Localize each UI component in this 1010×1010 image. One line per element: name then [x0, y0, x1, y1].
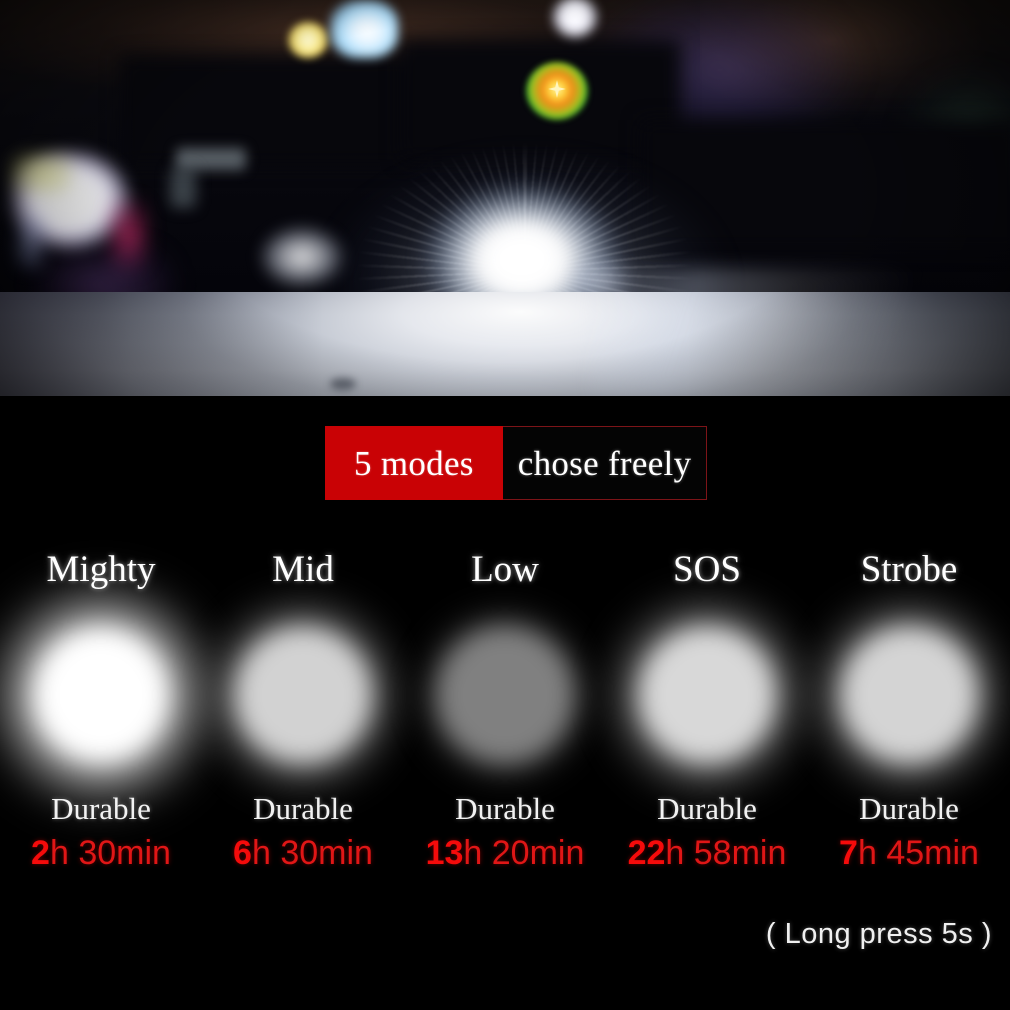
green-haze-glow — [880, 40, 1010, 230]
runtime-unit: h 58min — [665, 834, 787, 872]
light-streak — [590, 268, 1010, 396]
brightness-indicator — [1, 592, 201, 797]
warm-ambient-glow-right — [700, 0, 1010, 150]
runtime-unit: h 20min — [463, 834, 585, 872]
runtime-number: 7 — [839, 834, 858, 872]
light-circle-icon — [32, 625, 170, 764]
runtime-value: 6h 30min — [233, 836, 373, 870]
night-sky-background — [0, 0, 1010, 300]
durable-label: Durable — [455, 791, 555, 826]
runtime-value: 13h 20min — [426, 836, 585, 870]
banner-highlight-label: 5 modes — [325, 426, 503, 500]
mode-name-label: Strobe — [860, 548, 958, 590]
lit-ground-surface — [0, 292, 1010, 396]
photo-vignette — [0, 0, 1010, 396]
window-glow — [170, 168, 196, 208]
runtime-value: 7h 45min — [839, 836, 979, 870]
runtime-number: 22 — [627, 834, 666, 872]
night-scene-photo — [0, 0, 1010, 396]
modes-banner: 5 modes chose freely — [325, 426, 708, 500]
mode-column-low: Low Durable 13h 20min — [404, 546, 606, 871]
runtime-unit: h 45min — [857, 834, 979, 872]
amber-bokeh-light — [288, 22, 328, 58]
window-glow — [176, 148, 246, 170]
runtime-unit: h 30min — [49, 834, 171, 872]
ground-debris-spot — [330, 378, 356, 390]
mode-name-label: SOS — [673, 548, 741, 590]
warm-ambient-glow — [0, 0, 1010, 120]
mode-column-mighty: Mighty Durable 2h 30min — [0, 546, 202, 871]
dark-building-block — [400, 40, 680, 160]
flashlight-beam-core — [372, 140, 672, 370]
runtime-number: 13 — [425, 834, 464, 872]
product-infographic: 5 modes chose freely Mighty Durable 2h 3… — [0, 0, 1010, 1010]
banner-rest-label: chose freely — [502, 426, 708, 500]
cyan-bokeh-light — [330, 0, 398, 58]
starburst-rays — [350, 110, 700, 370]
dark-building-block — [640, 120, 1010, 250]
durable-label: Durable — [51, 791, 151, 826]
mode-name-label: Mighty — [46, 548, 156, 590]
brightness-indicator — [405, 592, 605, 797]
durable-label: Durable — [859, 791, 959, 826]
runtime-value: 22h 58min — [628, 836, 787, 870]
runtime-number: 6 — [233, 834, 252, 872]
traffic-light-sparkle-icon — [548, 80, 566, 98]
purple-haze-glow — [560, 0, 900, 200]
runtime-number: 2 — [31, 834, 50, 872]
mode-name-label: Low — [471, 548, 539, 590]
brightness-indicator — [607, 592, 807, 797]
ground-shading-overlay — [0, 292, 1010, 396]
sign-yellow-fringe — [10, 152, 72, 194]
runtime-unit: h 30min — [251, 834, 373, 872]
brightness-indicator — [809, 592, 1009, 797]
light-circle-icon — [840, 625, 978, 764]
traffic-light-icon — [526, 62, 588, 120]
runtime-value: 2h 30min — [31, 836, 171, 870]
light-circle-icon — [638, 625, 776, 764]
sign-blue-fringe — [16, 215, 46, 270]
mode-name-label: Mid — [272, 548, 334, 590]
long-press-note: ( Long press 5s ) — [765, 918, 992, 950]
light-circle-icon — [234, 625, 372, 764]
mode-column-strobe: Strobe Durable 7h 45min — [808, 546, 1010, 871]
durable-label: Durable — [657, 791, 757, 826]
beam-wide-halo — [300, 110, 750, 396]
violet-ground-glow — [40, 250, 170, 320]
white-bokeh-light — [552, 0, 598, 38]
storefront-sign-light — [8, 148, 136, 256]
dark-building-block — [120, 56, 420, 166]
mode-column-mid: Mid Durable 6h 30min — [202, 546, 404, 871]
mode-column-sos: SOS Durable 22h 58min — [606, 546, 808, 871]
light-circle-icon — [436, 625, 574, 764]
durable-label: Durable — [253, 791, 353, 826]
right-lamp-glow — [572, 258, 632, 306]
sign-magenta-fringe — [108, 200, 148, 270]
modes-grid: Mighty Durable 2h 30min Mid Durable 6h 3… — [0, 546, 1010, 871]
secondary-headlight-glow — [262, 228, 342, 286]
brightness-indicator — [203, 592, 403, 797]
